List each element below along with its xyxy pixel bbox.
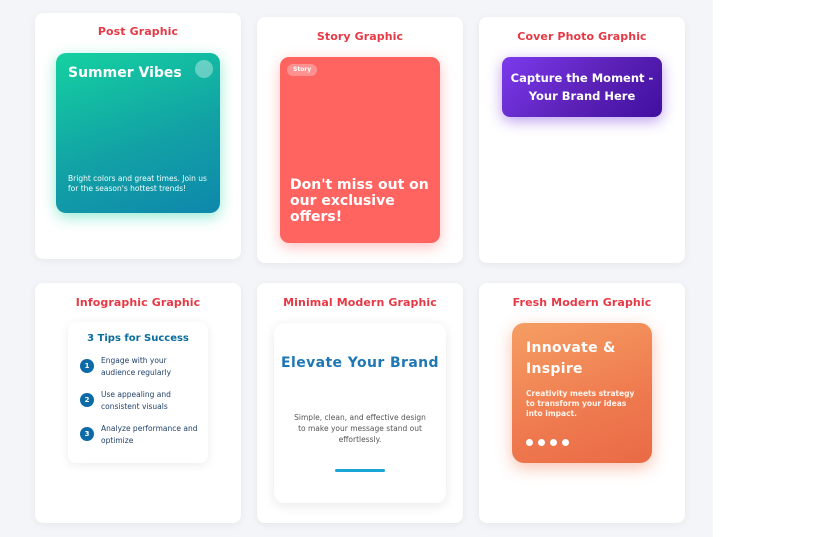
fresh-headline: Innovate & Inspire — [526, 340, 616, 377]
post-graphic-preview[interactable]: Summer Vibes Bright colors and great tim… — [56, 53, 220, 213]
infographic-preview[interactable]: 3 Tips for Success 1 Engage with your au… — [68, 322, 208, 463]
story-graphic-preview[interactable]: Story Don't miss out on our exclusive of… — [280, 57, 440, 243]
dot-icon — [562, 439, 569, 446]
story-headline: Don't miss out on our exclusive offers! — [290, 177, 429, 225]
post-body: Bright colors and great times. Join us f… — [68, 174, 207, 193]
list-item: 2 Use appealing and consistent visuals — [80, 389, 202, 415]
infographic-graphic-card[interactable]: Infographic Graphic 3 Tips for Success 1… — [35, 283, 241, 523]
fresh-body: Creativity meets strategy to transform y… — [526, 389, 635, 418]
template-gallery: Post Graphic Summer Vibes Bright colors … — [0, 0, 713, 537]
card-title: Minimal Modern Graphic — [283, 296, 437, 309]
post-headline: Summer Vibes — [68, 65, 182, 81]
card-title: Post Graphic — [97, 25, 179, 38]
card-title: Fresh Modern Graphic — [512, 296, 652, 309]
post-graphic-card[interactable]: Post Graphic Summer Vibes Bright colors … — [35, 13, 241, 259]
tip-text: Use appealing and consistent visuals — [101, 390, 171, 411]
accent-bar — [335, 469, 385, 472]
cover-graphic-preview[interactable]: Capture the Moment - Your Brand Here — [502, 57, 662, 117]
tip-text: Analyze performance and optimize — [101, 424, 198, 445]
minimal-headline: Elevate Your Brand — [281, 355, 439, 371]
cover-photo-graphic-card[interactable]: Cover Photo Graphic Capture the Moment -… — [479, 17, 685, 263]
circle-decoration-icon — [195, 60, 213, 78]
list-item: 1 Engage with your audience regularly — [80, 355, 202, 381]
card-title: Story Graphic — [316, 30, 404, 43]
number-badge: 3 — [80, 427, 94, 441]
tip-text: Engage with your audience regularly — [101, 356, 172, 377]
minimal-body: Simple, clean, and effective design to m… — [294, 413, 426, 444]
number-badge: 2 — [80, 393, 94, 407]
dot-icon — [550, 439, 557, 446]
card-title: Cover Photo Graphic — [517, 30, 647, 43]
infographic-heading: 3 Tips for Success — [87, 333, 189, 344]
number-badge: 1 — [80, 359, 94, 373]
dot-icon — [538, 439, 545, 446]
story-badge: Story — [287, 64, 318, 76]
minimal-graphic-preview[interactable]: Elevate Your Brand Simple, clean, and ef… — [274, 323, 446, 503]
minimal-modern-graphic-card[interactable]: Minimal Modern Graphic Elevate Your Bran… — [257, 283, 463, 523]
story-graphic-card[interactable]: Story Graphic Story Don't miss out on ou… — [257, 17, 463, 263]
card-title: Infographic Graphic — [75, 296, 201, 309]
fresh-graphic-preview[interactable]: Innovate & Inspire Creativity meets stra… — [512, 323, 652, 463]
fresh-modern-graphic-card[interactable]: Fresh Modern Graphic Innovate & Inspire … — [479, 283, 685, 523]
list-item: 3 Analyze performance and optimize — [80, 423, 202, 449]
cover-headline: Capture the Moment - Your Brand Here — [510, 71, 654, 103]
dot-icon — [526, 439, 533, 446]
dots-indicator — [526, 439, 569, 446]
